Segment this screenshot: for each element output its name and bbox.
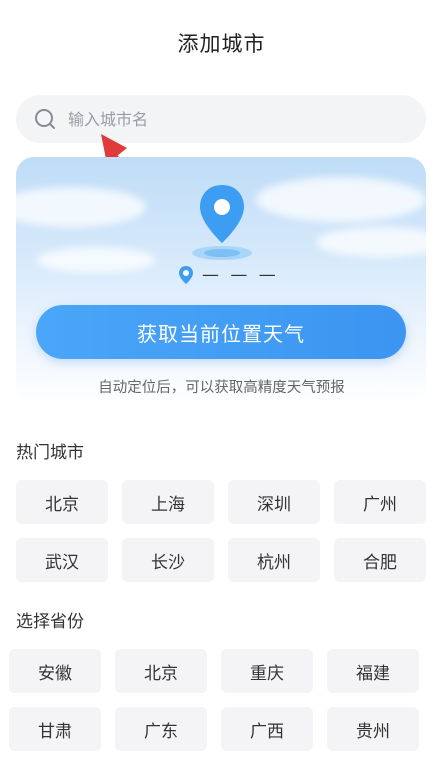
location-dot-icon [179,266,193,284]
provinces-title: 选择省份 [16,612,84,632]
city-chip[interactable]: 上海 [122,480,214,524]
location-hint: 自动定位后，可以获取高精度天气预报 [98,380,345,396]
page-title: 添加城市 [177,32,266,56]
get-location-weather-button[interactable]: 获取当前位置天气 [36,305,406,359]
province-chip[interactable]: 广西 [221,707,313,751]
province-chip[interactable]: 广东 [115,707,207,751]
city-chip[interactable]: 合肥 [334,538,426,582]
hot-cities-title: 热门城市 [16,443,84,463]
province-chip[interactable]: 甘肃 [9,707,101,751]
location-card: — — — 获取当前位置天气 [16,157,426,407]
location-pin-icon [192,185,252,260]
provinces-grid: 安徽 北京 重庆 福建 甘肃 广东 广西 贵州 [9,649,419,751]
city-chip[interactable]: 深圳 [228,480,320,524]
province-chip[interactable]: 北京 [115,649,207,693]
hot-cities-grid: 北京 上海 深圳 广州 武汉 长沙 杭州 合肥 [16,480,426,582]
search-input[interactable] [68,95,408,143]
province-chip[interactable]: 贵州 [327,707,419,751]
province-chip[interactable]: 重庆 [221,649,313,693]
city-chip[interactable]: 杭州 [228,538,320,582]
city-chip[interactable]: 长沙 [122,538,214,582]
current-location: — — — [178,265,279,285]
location-text: — — — [202,265,279,285]
city-chip[interactable]: 广州 [334,480,426,524]
province-chip[interactable]: 安徽 [9,649,101,693]
search-icon [35,109,55,129]
city-chip[interactable]: 武汉 [16,538,108,582]
city-chip[interactable]: 北京 [16,480,108,524]
search-bar[interactable] [16,95,426,143]
province-chip[interactable]: 福建 [327,649,419,693]
